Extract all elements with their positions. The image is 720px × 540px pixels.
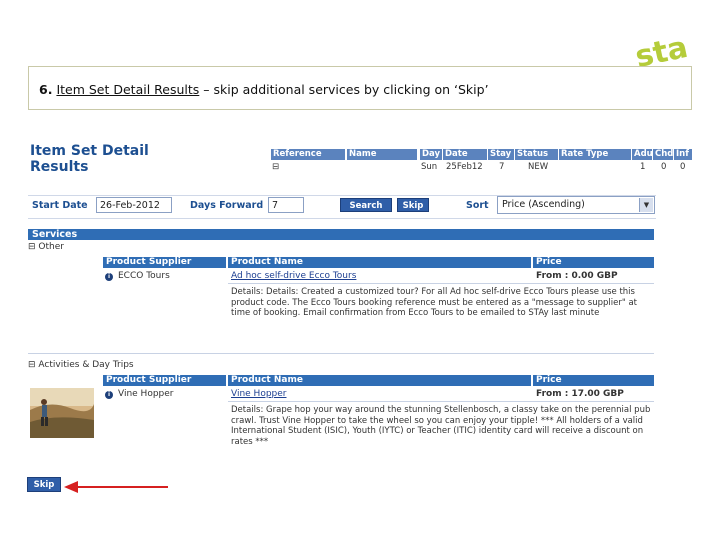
chevron-down-icon[interactable]: ▼ — [639, 198, 653, 212]
col-header-price-2: Price — [533, 375, 654, 386]
instruction-rest: – skip additional services by clicking o… — [199, 82, 489, 97]
red-arrow-icon — [64, 479, 168, 493]
ref-header-rate-type: Rate Type — [559, 149, 631, 160]
vine-hopper-photo — [30, 388, 94, 438]
ref-stay: 7 — [499, 162, 505, 172]
sort-label: Sort — [466, 200, 489, 211]
skip-button-top[interactable]: Skip — [397, 198, 429, 212]
col-header-supplier: Product Supplier — [103, 257, 226, 268]
row-divider — [228, 283, 654, 284]
start-date-input[interactable] — [96, 197, 172, 213]
instruction-page-name: Item Set Detail Results — [56, 82, 200, 97]
search-button[interactable]: Search — [340, 198, 392, 212]
ref-header-inf: Inf — [674, 149, 692, 160]
product-link-vine-hopper[interactable]: Vine Hopper — [231, 389, 287, 399]
page-title: Item Set Detail Results — [30, 143, 149, 175]
ref-header-adu: Adu — [632, 149, 652, 160]
description-ecco: Details: Details: Created a customized t… — [231, 287, 638, 318]
ref-header-date: Date — [443, 149, 487, 160]
start-date-label: Start Date — [32, 200, 88, 211]
col-header-supplier-2: Product Supplier — [103, 375, 226, 386]
ref-header-reference: Reference — [271, 149, 345, 160]
description-vine-hopper: Details: Grape hop your way around the s… — [231, 405, 651, 447]
services-heading: Services — [28, 229, 654, 240]
sort-value: Price (Ascending) — [502, 199, 585, 210]
ref-header-name: Name — [347, 149, 417, 160]
instruction-text: 6. Item Set Detail Results – skip additi… — [39, 82, 489, 97]
skip-button-bottom[interactable]: Skip — [27, 477, 61, 492]
instruction-step: 6. — [39, 82, 53, 97]
ref-day: Sun — [421, 162, 438, 172]
sort-select[interactable]: Price (Ascending) ▼ — [497, 196, 655, 214]
group-title-activities[interactable]: ⊟ Activities & Day Trips — [28, 360, 134, 370]
col-header-product-name: Product Name — [228, 257, 531, 268]
ref-chd: 0 — [661, 162, 667, 172]
days-forward-input[interactable] — [268, 197, 304, 213]
ref-adu: 1 — [640, 162, 646, 172]
row-divider — [228, 401, 654, 402]
ref-header-chd: Chd — [653, 149, 673, 160]
supplier-name: ECCO Tours — [118, 271, 170, 281]
ref-header-status: Status — [515, 149, 558, 160]
group-divider — [28, 353, 654, 354]
col-header-product-name-2: Product Name — [228, 375, 531, 386]
product-link-ecco[interactable]: Ad hoc self-drive Ecco Tours — [231, 271, 356, 281]
ref-header-stay: Stay — [488, 149, 514, 160]
info-icon[interactable]: i — [105, 273, 113, 281]
sta-logo: sta — [630, 20, 710, 75]
collapse-icon[interactable]: ⊟ — [272, 162, 279, 172]
supplier-vine-hopper[interactable]: i Vine Hopper — [105, 389, 174, 399]
ref-status: NEW — [528, 162, 549, 172]
days-forward-label: Days Forward — [190, 200, 264, 211]
logo-text: sta — [632, 30, 691, 70]
supplier-ecco-tours[interactable]: i ECCO Tours — [105, 271, 170, 281]
col-header-price: Price — [533, 257, 654, 268]
info-icon[interactable]: i — [105, 391, 113, 399]
ref-date: 25Feb12 — [446, 162, 483, 172]
supplier-name: Vine Hopper — [118, 389, 174, 399]
price-vine-hopper: From : 17.00 GBP — [536, 389, 624, 399]
instruction-box: 6. Item Set Detail Results – skip additi… — [28, 66, 692, 110]
ref-header-day: Day — [420, 149, 442, 160]
ref-inf: 0 — [680, 162, 686, 172]
group-title-other[interactable]: ⊟ Other — [28, 242, 64, 252]
price-ecco: From : 0.00 GBP — [536, 271, 618, 281]
